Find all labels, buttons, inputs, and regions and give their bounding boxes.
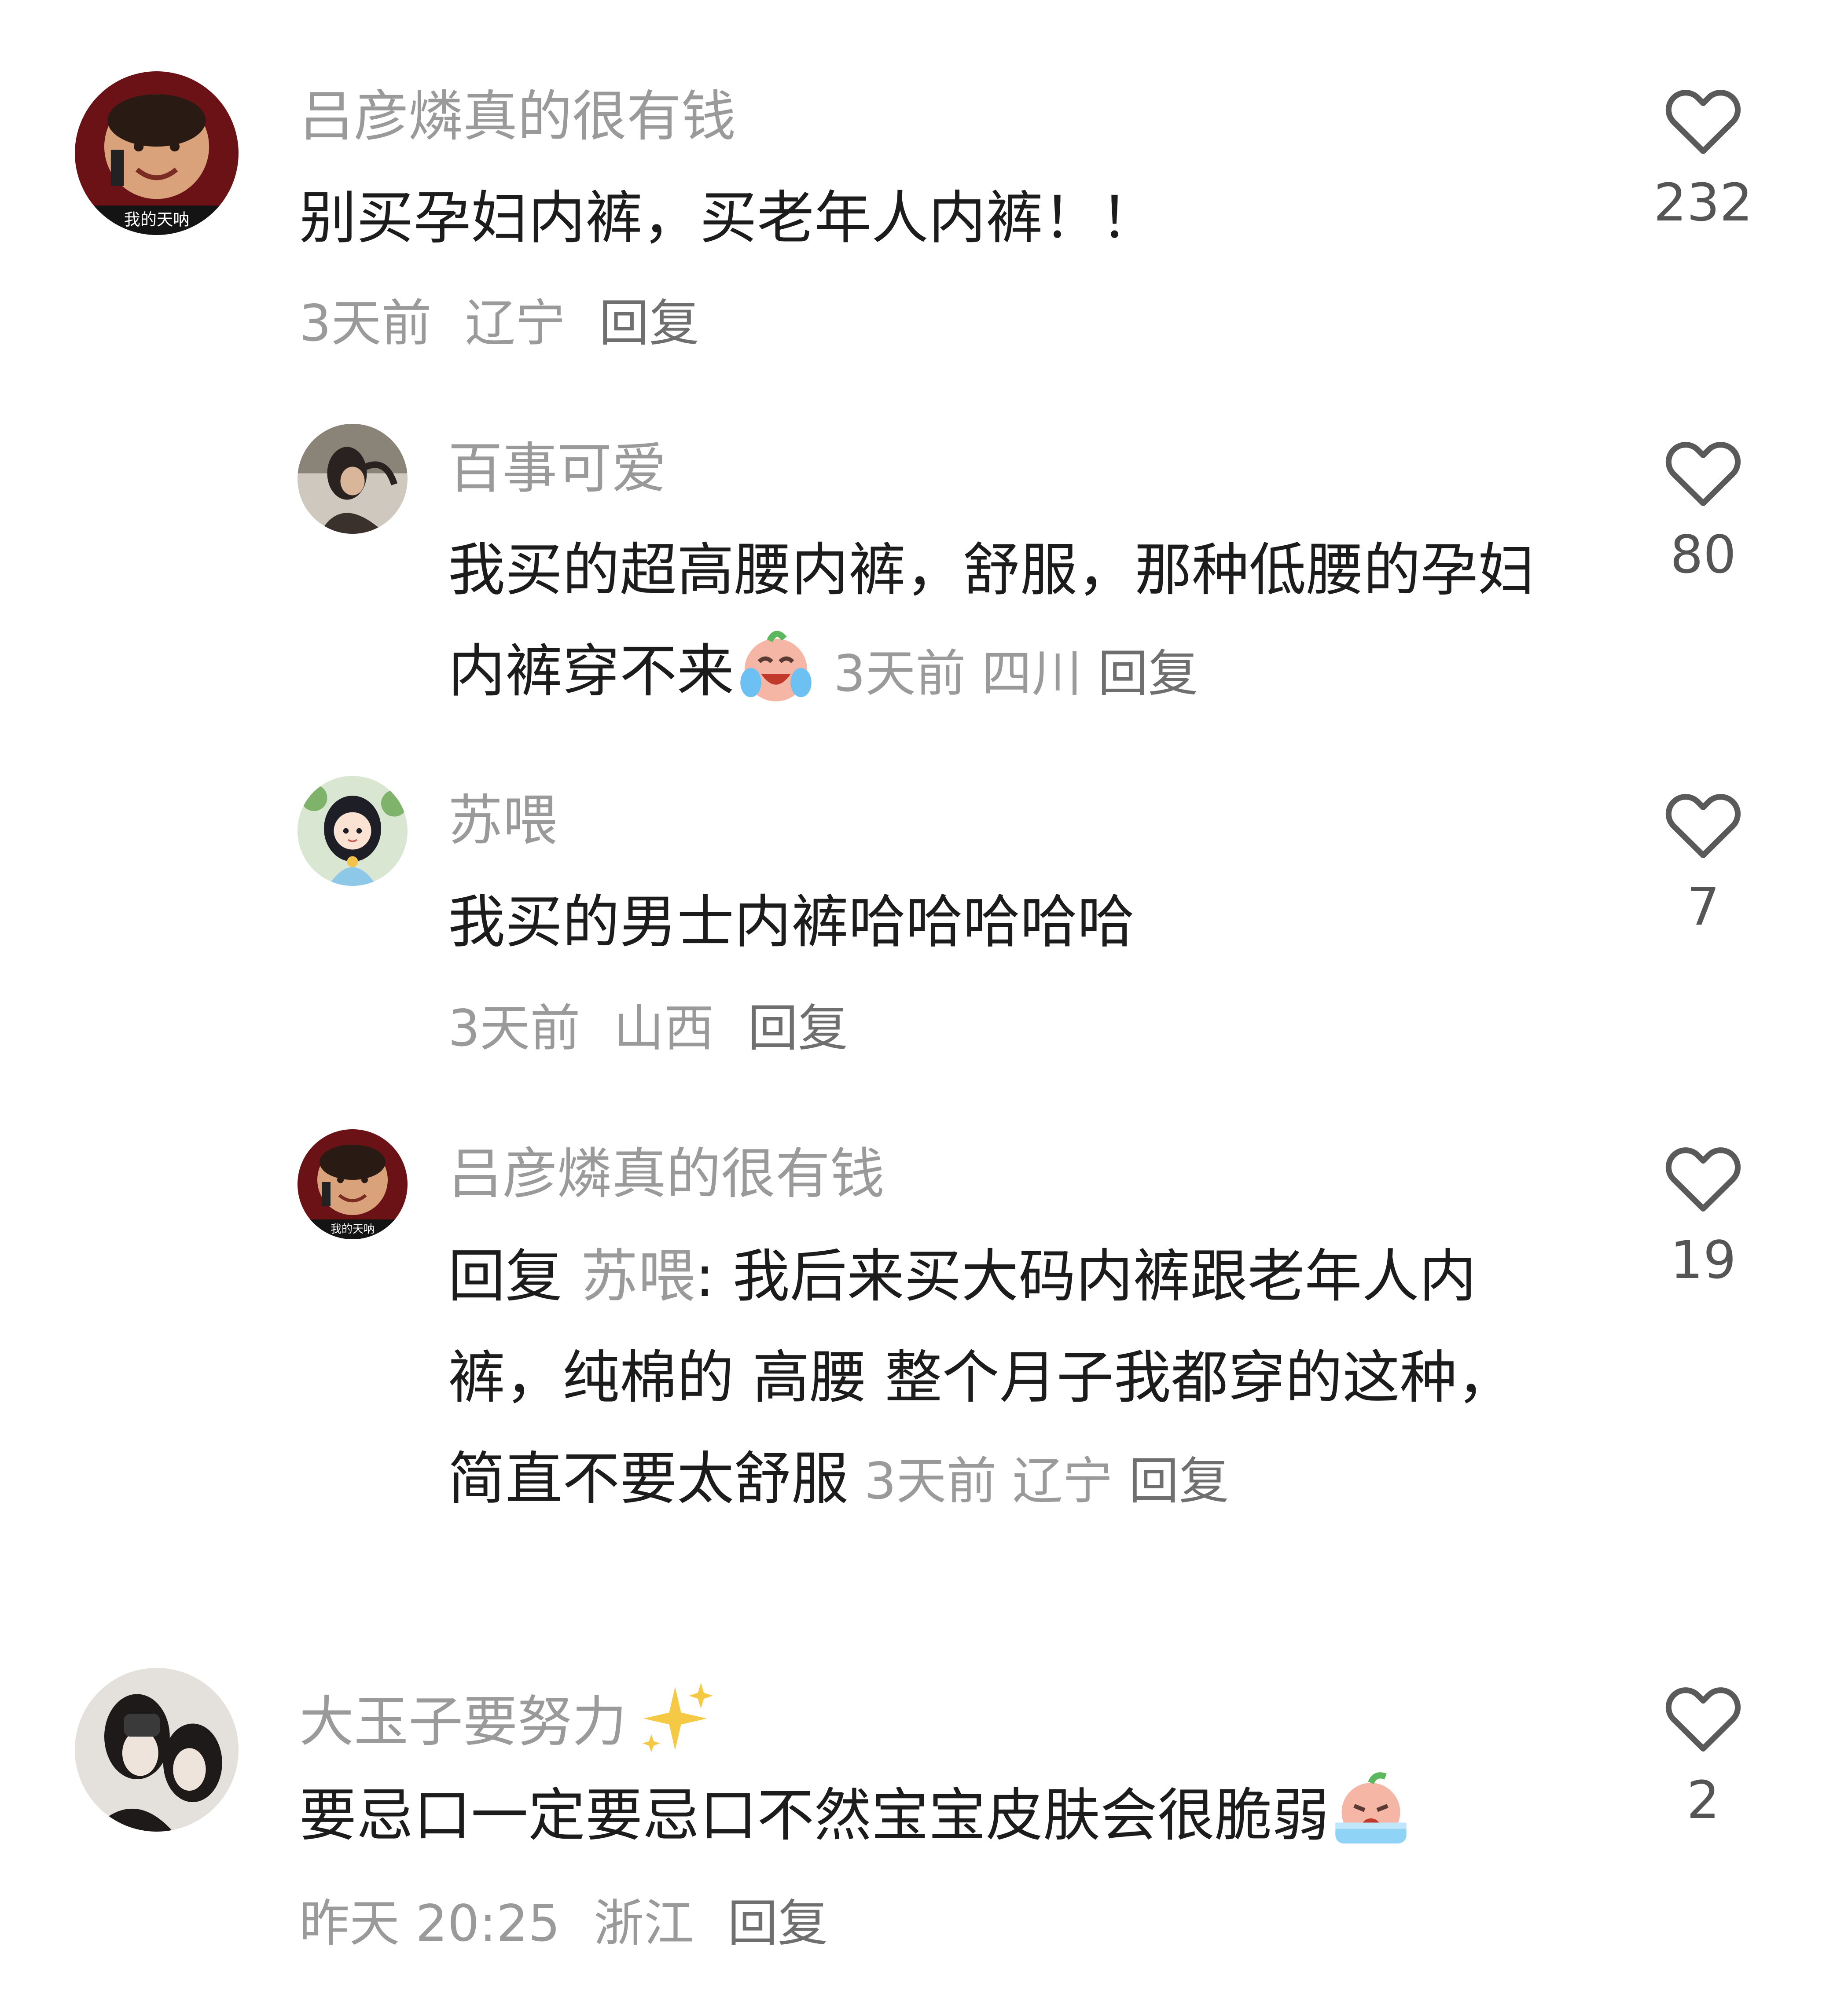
reply-button[interactable]: 回复 <box>1098 644 1198 703</box>
heart-icon[interactable] <box>1662 81 1744 156</box>
heart-icon[interactable] <box>1662 1139 1744 1214</box>
like-count: 7 <box>1686 876 1720 937</box>
reply-button[interactable]: 回复 <box>1129 1452 1229 1510</box>
avatar-image <box>298 424 408 534</box>
like-control[interactable]: 232 <box>1628 81 1778 235</box>
comment-text: 回复 苏喂: 我后来买大码内裤跟老年人内裤，纯棉的 高腰 整个月子我都穿的这种，… <box>448 1226 1566 1532</box>
comment-location: 山西 <box>613 999 714 1058</box>
avatar-caption: 我的天呐 <box>124 210 190 229</box>
avatar[interactable]: 我的天呐 <box>75 71 239 235</box>
like-control[interactable]: 80 <box>1628 433 1778 588</box>
crying-face-icon <box>1329 1768 1413 1852</box>
reply-button[interactable]: 回复 <box>599 294 699 353</box>
avatar-image <box>75 1668 239 1832</box>
avatar[interactable] <box>298 776 408 886</box>
sparkles-icon <box>635 1679 715 1758</box>
heart-icon[interactable] <box>1662 433 1744 508</box>
avatar[interactable] <box>298 424 408 534</box>
like-count: 2 <box>1686 1770 1720 1830</box>
reply-prefix: 回复 <box>448 1243 563 1310</box>
comment-meta: 3天前 四川 回复 <box>818 644 1198 703</box>
like-count: 232 <box>1653 172 1753 233</box>
comment-location: 四川 <box>981 644 1082 703</box>
username[interactable]: 百事可爱 <box>448 433 666 504</box>
comment-body: 要忌口一定要忌口不然宝宝皮肤会很脆弱 <box>299 1782 1330 1849</box>
comment-time: 3天前 <box>448 999 580 1058</box>
mention-link[interactable]: 苏喂 <box>580 1243 695 1310</box>
username[interactable]: 苏喂 <box>448 786 557 856</box>
comment-text: 要忌口一定要忌口不然宝宝皮肤会很脆弱 <box>299 1765 1584 1866</box>
comment-location: 辽宁 <box>1012 1452 1113 1510</box>
comment-text: 别买孕妇内裤，买老年人内裤！！ <box>299 184 1158 251</box>
comment-text: 我买的男士内裤哈哈哈哈哈 <box>448 889 1135 955</box>
like-count: 80 <box>1670 524 1737 585</box>
username[interactable]: 大玉子要努力 <box>299 1679 715 1758</box>
reply-button[interactable]: 回复 <box>748 999 848 1058</box>
heart-icon[interactable] <box>1662 786 1744 860</box>
like-control[interactable]: 19 <box>1628 1139 1778 1293</box>
crying-laughing-face-icon <box>734 624 818 708</box>
comment-time: 3天前 <box>834 644 966 703</box>
comment-meta: 3天前 辽宁 回复 <box>299 290 699 356</box>
avatar-caption: 我的天呐 <box>331 1223 375 1235</box>
comment-meta: 3天前 山西 回复 <box>448 995 848 1061</box>
heart-icon[interactable] <box>1662 1679 1744 1754</box>
username-text: 大玉子要努力 <box>299 1690 627 1754</box>
comment-time: 3天前 <box>299 294 432 353</box>
avatar-image: 我的天呐 <box>298 1129 408 1239</box>
username[interactable]: 吕彦燐真的很有钱 <box>299 81 736 152</box>
comment-meta: 昨天 20:25 浙江 回复 <box>299 1891 828 1957</box>
like-control[interactable]: 7 <box>1628 786 1778 940</box>
avatar[interactable]: 我的天呐 <box>298 1129 408 1239</box>
comment-meta: 3天前 辽宁 回复 <box>849 1452 1229 1510</box>
avatar-image <box>298 776 408 886</box>
comment-time: 3天前 <box>864 1452 997 1510</box>
reply-button[interactable]: 回复 <box>727 1894 828 1953</box>
username[interactable]: 吕彦燐真的很有钱 <box>448 1139 885 1209</box>
comment-location: 辽宁 <box>465 294 566 353</box>
comment-location: 浙江 <box>594 1894 694 1953</box>
comment-time: 昨天 20:25 <box>299 1894 560 1953</box>
like-count: 19 <box>1670 1230 1737 1290</box>
avatar[interactable] <box>75 1668 239 1832</box>
avatar-image: 我的天呐 <box>75 71 239 235</box>
like-control[interactable]: 2 <box>1628 1679 1778 1833</box>
comment-text: 我买的超高腰内裤，舒服，那种低腰的孕妇内裤穿不来 3天前 四川 回复 <box>448 519 1575 724</box>
